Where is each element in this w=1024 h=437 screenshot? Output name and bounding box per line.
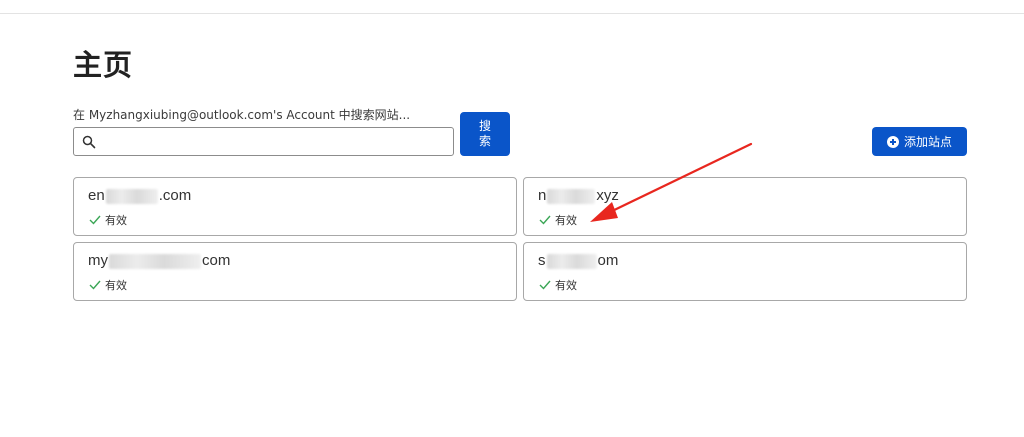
redacted-text xyxy=(547,188,596,204)
search-button-label: 搜索 xyxy=(478,119,491,148)
site-status-label: 有效 xyxy=(105,279,127,292)
site-status-label: 有效 xyxy=(555,214,577,227)
search-label: 在 Myzhangxiubing@outlook.com's Account 中… xyxy=(73,108,411,122)
site-domain-prefix: my xyxy=(88,252,108,269)
site-status: 有效 xyxy=(539,277,577,293)
site-domain-suffix: com xyxy=(202,252,231,269)
search-field[interactable] xyxy=(73,127,454,156)
site-card[interactable]: my com 有效 xyxy=(73,242,517,301)
site-domain-prefix: en xyxy=(88,187,105,204)
site-domain-prefix: s xyxy=(538,252,546,269)
site-domain-suffix: .com xyxy=(158,187,192,204)
site-status-label: 有效 xyxy=(555,279,577,292)
search-icon xyxy=(82,135,96,149)
add-site-button[interactable]: 添加站点 xyxy=(872,127,967,156)
site-card[interactable]: n xyz 有效 xyxy=(523,177,967,236)
site-domain-suffix: xyz xyxy=(596,187,619,204)
site-domain[interactable]: n xyz xyxy=(538,187,619,204)
check-icon xyxy=(89,280,101,290)
search-input[interactable] xyxy=(102,131,447,152)
site-status-label: 有效 xyxy=(105,214,127,227)
check-icon xyxy=(89,215,101,225)
add-site-label: 添加站点 xyxy=(903,135,952,149)
redacted-text xyxy=(105,188,158,204)
check-icon xyxy=(539,280,551,290)
site-status: 有效 xyxy=(89,277,127,293)
site-status: 有效 xyxy=(539,212,577,228)
site-domain[interactable]: s om xyxy=(538,252,618,269)
page-title: 主页 xyxy=(73,48,134,82)
site-domain-suffix: om xyxy=(597,252,619,269)
site-status: 有效 xyxy=(89,212,127,228)
check-icon xyxy=(539,215,551,225)
site-card[interactable]: en .com 有效 xyxy=(73,177,517,236)
site-card[interactable]: s om 有效 xyxy=(523,242,967,301)
search-button[interactable]: 搜索 xyxy=(460,112,510,156)
redacted-text xyxy=(109,253,201,269)
site-domain[interactable]: en .com xyxy=(88,187,191,204)
top-divider xyxy=(0,13,1024,14)
plus-circle-icon xyxy=(886,135,899,148)
site-domain-prefix: n xyxy=(538,187,547,204)
site-domain[interactable]: my com xyxy=(88,252,230,269)
redacted-text xyxy=(546,253,597,269)
